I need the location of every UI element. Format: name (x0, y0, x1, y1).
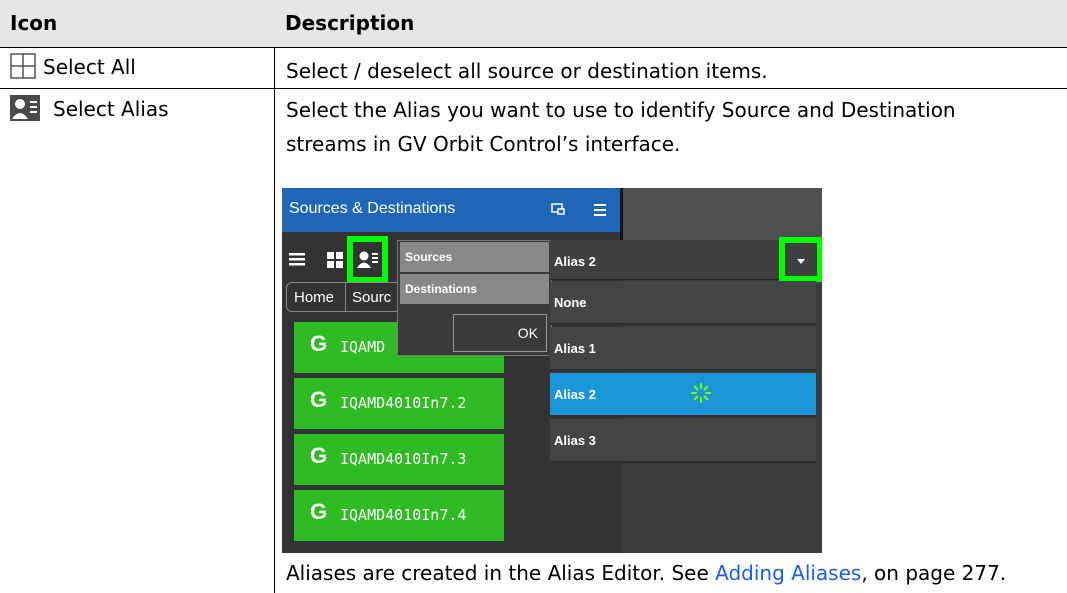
alias-scope-popup: Sources Destinations OK (397, 240, 552, 356)
header-divider (0, 47, 1067, 48)
menu-icon[interactable] (592, 200, 608, 218)
select-alias-button-highlight[interactable] (347, 236, 388, 283)
embedded-screenshot: Sources & Destinations Home Sourc G IQAM… (282, 188, 822, 553)
grid-view-icon[interactable] (326, 251, 344, 269)
alias-option-alias1[interactable]: Alias 1 (550, 327, 816, 371)
row-divider (0, 88, 1067, 89)
source-icon: G (310, 331, 328, 356)
source-item[interactable]: G IQAMD4010In7.3 (294, 434, 504, 485)
list-view-icon[interactable] (288, 251, 306, 269)
alias-option-alias2[interactable]: Alias 2 (550, 373, 816, 417)
select-all-description: Select / deselect all source or destinat… (286, 59, 768, 83)
alias-option-none[interactable]: None (550, 281, 816, 325)
popup-option-destinations[interactable]: Destinations (400, 274, 549, 304)
source-icon: G (310, 443, 328, 468)
popup-option-sources[interactable]: Sources (400, 242, 549, 272)
source-item[interactable]: G IQAMD4010In7.4 (294, 490, 504, 541)
header-icon: Icon (0, 0, 275, 47)
alias-select[interactable]: Alias 2 (550, 240, 818, 280)
panel-title: Sources & Destinations (289, 200, 456, 217)
breadcrumb-current[interactable]: Sourc (345, 282, 405, 312)
header-description: Description (275, 0, 1067, 47)
alias-editor-note: Aliases are created in the Alias Editor.… (286, 561, 1007, 585)
adding-aliases-link[interactable]: Adding Aliases (715, 561, 861, 585)
select-alias-label: Select Alias (53, 97, 169, 121)
source-icon: G (310, 387, 328, 412)
breadcrumb-home[interactable]: Home (286, 282, 346, 312)
dropdown-caret-icon (797, 259, 805, 264)
column-divider (274, 47, 275, 593)
select-all-label: Select All (43, 55, 136, 79)
source-item[interactable]: G IQAMD4010In7.2 (294, 378, 504, 429)
dark-header-region (622, 188, 822, 240)
select-alias-icon (10, 95, 40, 121)
select-alias-description-line1: Select the Alias you want to use to iden… (286, 98, 956, 122)
source-icon: G (310, 499, 328, 524)
select-alias-description-line2: streams in GV Orbit Control’s interface. (286, 132, 681, 156)
panel-divider (620, 188, 623, 240)
dropdown-caret-highlight[interactable] (779, 237, 822, 282)
ok-button[interactable]: OK (453, 314, 547, 352)
spinner-icon (690, 382, 712, 404)
window-icon[interactable] (550, 200, 566, 218)
select-all-icon (10, 53, 36, 79)
alias-option-alias3[interactable]: Alias 3 (550, 419, 816, 463)
